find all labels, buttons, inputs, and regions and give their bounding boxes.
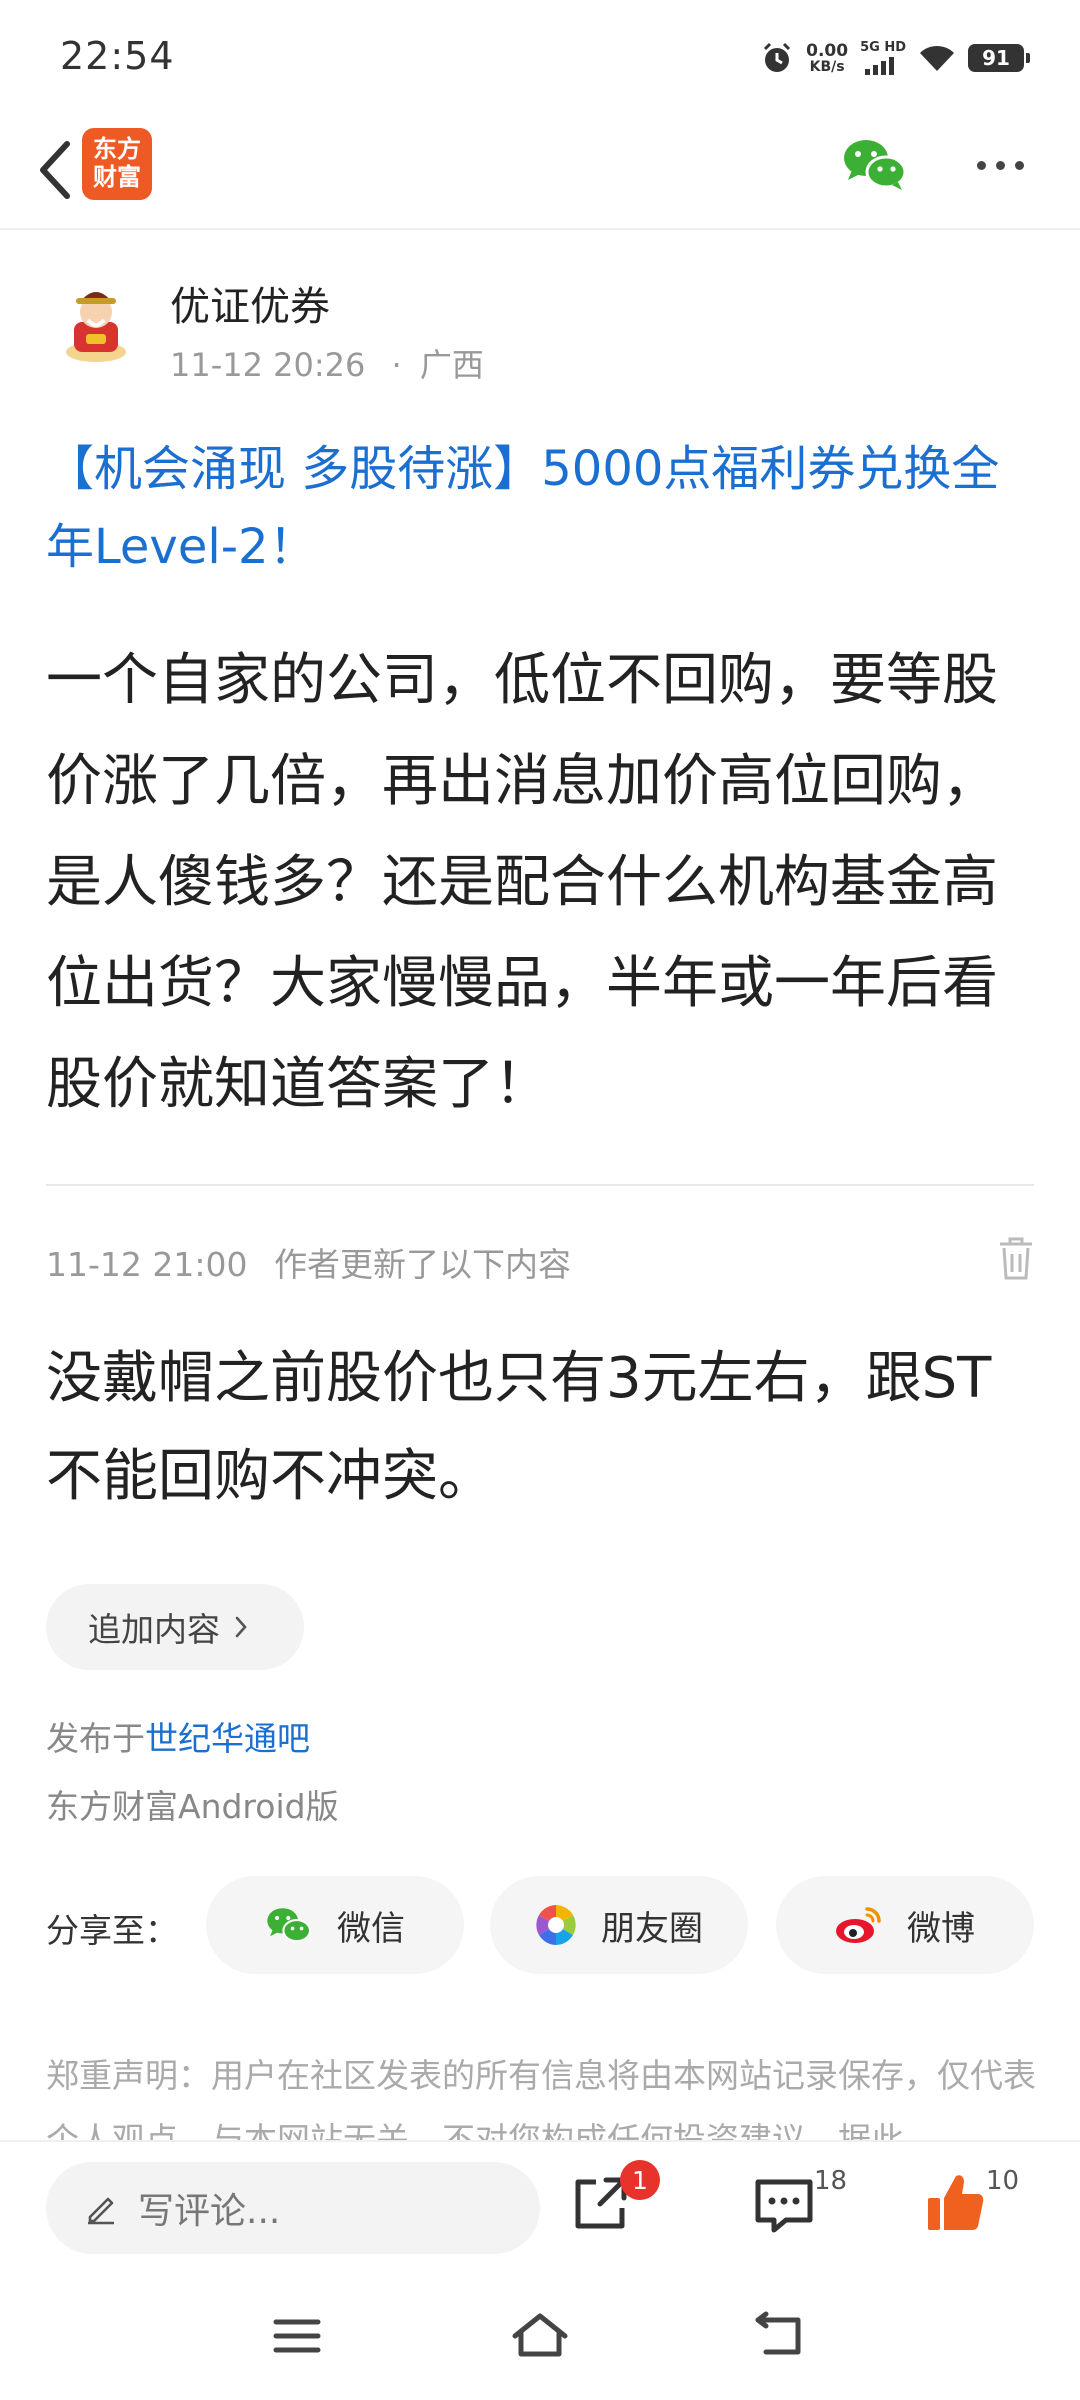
add-content-button[interactable]: 追加内容 (46, 1584, 304, 1670)
share-label: 分享至： (46, 1911, 178, 1950)
author-header: 优证优券 11-12 20:26 · 广西 (0, 268, 1080, 398)
net-speed-unit: KB/s (809, 58, 845, 75)
client-info: 东方财富Android版 (46, 1787, 339, 1826)
system-nav-bar (0, 2268, 1080, 2400)
update-body: 没戴帽之前股价也只有3元左右，跟ST不能回购不冲突。 (46, 1346, 992, 1509)
app-logo-line1: 东方 (93, 135, 141, 163)
like-button[interactable] (916, 2164, 996, 2244)
comment-placeholder: 写评论... (138, 2191, 281, 2232)
comment-count: 18 (814, 2166, 848, 2196)
post-body: 一个自家的公司，低位不回购，要等股价涨了几倍，再出消息加价高位回购，是人傻钱多？… (46, 648, 998, 1117)
trash-icon (1000, 1237, 1032, 1280)
status-time: 22:54 (60, 34, 175, 78)
disclaimer: 郑重声明：用户在社区发表的所有信息将由本网站记录保存，仅代表个人观点，与本网站无… (46, 2056, 1036, 2144)
author-name[interactable]: 优证优券 (170, 274, 330, 332)
update-label: 作者更新了以下内容 (273, 1245, 571, 1284)
wechat-share-button[interactable] (842, 134, 908, 194)
post-meta: 11-12 20:26 · 广西 (170, 340, 484, 386)
meta-separator: · (391, 346, 402, 384)
alarm-icon (764, 42, 791, 72)
wifi-icon (920, 45, 954, 71)
net-speed: 0.00 KB/s (806, 42, 848, 75)
bottom-action-bar: 写评论... 1 18 10 (0, 2140, 1080, 2268)
comment-icon (755, 2179, 813, 2233)
battery-icon: 91 (968, 44, 1030, 72)
back-nav-button[interactable] (744, 2308, 814, 2364)
top-nav-bar: 东方 财富 (0, 110, 1080, 230)
home-icon (512, 2313, 568, 2357)
status-bar: 22:54 0.00 KB/s 5G HD 91 (0, 0, 1080, 110)
add-content-label: 追加内容 (88, 1610, 220, 1649)
update-meta: 11-12 21:00 作者更新了以下内容 (46, 1238, 571, 1286)
avatar[interactable] (56, 278, 136, 364)
more-button[interactable] (960, 140, 1040, 190)
net-speed-value: 0.00 (806, 40, 849, 61)
app-logo-line2: 财富 (93, 163, 141, 191)
share-weibo-button[interactable]: 微博 (776, 1876, 1034, 1974)
more-icon (976, 160, 986, 170)
chevron-right-icon (235, 1616, 247, 1638)
status-icons: 0.00 KB/s 5G HD 91 (760, 36, 1030, 80)
more-icon (995, 160, 1005, 170)
back-button[interactable] (20, 132, 90, 208)
app-logo[interactable]: 东方 财富 (82, 128, 152, 200)
share-moments-label: 朋友圈 (601, 1908, 703, 1949)
post-title-link[interactable]: 【机会涌现 多股待涨】5000点福利券兑换全年Level-2！ (46, 430, 1036, 586)
back-arrow-icon (755, 2311, 801, 2355)
weibo-icon (836, 1907, 881, 1943)
home-button[interactable] (505, 2308, 575, 2364)
update-header: 11-12 21:00 作者更新了以下内容 (46, 1230, 1036, 1290)
menu-icon (273, 2319, 321, 2353)
avatar-image (66, 292, 126, 362)
signal-icon (865, 57, 895, 75)
wechat-icon (267, 1908, 312, 1943)
share-wechat-label: 微信 (337, 1908, 405, 1949)
post-location: 广西 (419, 346, 484, 384)
share-wechat-button[interactable]: 微信 (206, 1876, 464, 1974)
network-label: 5G HD (860, 40, 906, 55)
share-moments-button[interactable]: 朋友圈 (490, 1876, 748, 1974)
recents-button[interactable] (262, 2308, 332, 2364)
wechat-icon (844, 140, 907, 190)
moments-icon (536, 1905, 576, 1945)
thumbs-up-icon (928, 2175, 984, 2230)
comment-button[interactable] (744, 2164, 824, 2244)
pencil-icon (88, 2197, 114, 2225)
more-icon (1014, 160, 1024, 170)
publish-prefix: 发布于 (46, 1719, 145, 1758)
divider (46, 1184, 1034, 1186)
forum-link[interactable]: 世纪华通吧 (145, 1719, 310, 1758)
post-time: 11-12 20:26 (170, 346, 366, 384)
share-badge: 1 (620, 2160, 660, 2200)
back-icon (40, 141, 70, 199)
delete-button[interactable] (996, 1234, 1036, 1282)
update-time: 11-12 21:00 (46, 1245, 248, 1284)
comment-input[interactable]: 写评论... (46, 2162, 540, 2254)
share-row: 分享至： 微信 朋友圈 微博 (46, 1876, 1036, 1974)
publish-info: 发布于世纪华通吧 (46, 1712, 310, 1760)
signal-group: 5G HD (860, 41, 906, 75)
like-count: 10 (986, 2166, 1020, 2196)
share-weibo-label: 微博 (907, 1908, 975, 1949)
